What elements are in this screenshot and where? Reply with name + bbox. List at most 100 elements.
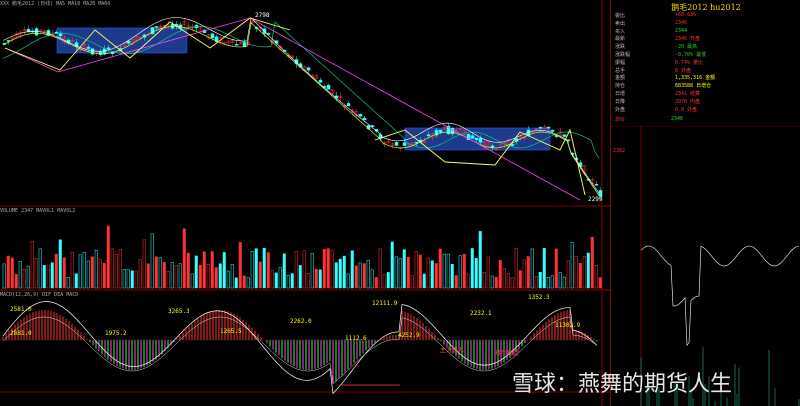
volume-bar: [322, 248, 326, 289]
quote-row-value: 683588 日增仓: [675, 83, 712, 90]
volume-bar: [422, 273, 426, 289]
volume-bar: [326, 248, 330, 289]
volume-bar: [126, 269, 130, 289]
candle-body: [402, 142, 407, 146]
volume-bar: [362, 263, 366, 289]
volume-bar: [482, 272, 486, 289]
volume-bar: [158, 257, 162, 289]
volume-bar: [378, 248, 382, 289]
volume-bar: [318, 269, 322, 289]
volume-bar: [210, 251, 214, 289]
candle-body: [210, 33, 215, 38]
volume-bar: [66, 277, 70, 289]
quote-row: 振幅 0.74% 量比: [615, 59, 795, 66]
macd-label: 4252.9: [398, 332, 420, 339]
volume-bar: [198, 264, 202, 289]
volume-bar: [246, 277, 250, 289]
volume-bar: [274, 272, 278, 289]
macd-label: 1265.5: [220, 328, 242, 335]
quote-row: 金额 1,335,316 金额: [615, 74, 795, 81]
volume-bar: [250, 251, 254, 289]
volume-bar: [242, 275, 246, 289]
volume-bar: [258, 261, 262, 289]
quote-row-value: 8 外盘: [675, 67, 692, 74]
volume-bar: [294, 251, 298, 289]
volume-bar: [114, 254, 118, 289]
volume-bar: [150, 233, 154, 289]
quote-row-key: 日增: [615, 91, 626, 97]
quote-row-key: 持仓: [615, 83, 626, 90]
volume-bar: [462, 253, 466, 289]
volume-bar: [182, 228, 186, 289]
peak-price-label: 2798: [255, 12, 270, 19]
volume-bar: [26, 265, 30, 289]
quote-row: 涨跌 -20 最高: [615, 43, 795, 50]
volume-bar: [438, 248, 442, 289]
volume-bar: [90, 256, 94, 289]
volume-bar: [478, 231, 482, 289]
quote-panel: 鹅毛2012 hu2012 委比 +60.63% 卖出 2346 买入 2344 最新 234…: [610, 0, 800, 406]
volume-bar: [10, 257, 14, 289]
volume-bar: [510, 277, 514, 289]
candle-body: [562, 134, 567, 137]
volume-bar: [162, 262, 166, 289]
volume-bar: [346, 273, 350, 289]
volume-bar: [338, 258, 342, 289]
volume-bar: [74, 273, 78, 289]
volume-bar: [154, 256, 158, 289]
macd-label: 1352.3: [528, 294, 550, 301]
volume-bar: [118, 249, 122, 289]
macd-label: 1975.2: [105, 330, 127, 337]
macd-note: 主力进入: [440, 347, 465, 354]
volume-bar: [230, 263, 234, 289]
candle-body: [98, 51, 103, 56]
quote-row-key: 振幅: [615, 59, 626, 66]
candle-body: [394, 142, 399, 146]
quote-row: 总手 8 外盘: [615, 67, 795, 74]
quote-row: 日降 2078 内盘: [615, 98, 795, 105]
tick-price-line: [640, 245, 800, 347]
volume-bar: [310, 253, 314, 289]
volume-bar: [50, 262, 54, 289]
volume-bar: [122, 269, 126, 289]
volume-bar: [194, 255, 198, 289]
volume-bar: [42, 265, 46, 289]
volume-bar: [414, 251, 418, 289]
volume-bar: [34, 258, 38, 289]
volume-bar: [446, 253, 450, 289]
candle-body: [474, 137, 479, 141]
candle-body: [86, 46, 91, 49]
volume-bar: [254, 248, 258, 289]
volume-bar: [22, 268, 26, 289]
volume-bar: [238, 242, 242, 289]
volume-bar: [402, 249, 406, 289]
quote-row: 涨跌幅 -0.70% 最低: [615, 51, 795, 58]
volume-bar: [86, 260, 90, 289]
quote-row-key: 金额: [615, 75, 626, 82]
macd-label: 1112.6: [345, 335, 367, 342]
macd-label: 2881.0: [10, 330, 32, 337]
candlestick-chart[interactable]: [0, 0, 610, 406]
volume-bar: [330, 250, 334, 289]
quote-row: 最新 2346 开盘: [615, 35, 795, 42]
candle-body: [106, 47, 111, 49]
volume-bar: [278, 267, 282, 289]
macd-label: 11302.9: [555, 322, 581, 329]
volume-bar: [266, 252, 270, 289]
volume-bar: [598, 277, 602, 289]
volume-bar: [470, 248, 474, 289]
quote-row-value: 0.0 外盘: [675, 106, 698, 113]
volume-bar: [434, 263, 438, 289]
volume-bar: [6, 255, 10, 289]
main-chart-area[interactable]: XXX 鹅毛2012 (日线) MA5 MA10 MA20 MA60 2798 …: [0, 0, 610, 406]
volume-bar: [342, 255, 346, 289]
quote-row: 委比 +60.63%: [615, 12, 795, 19]
volume-bar: [98, 259, 102, 289]
candle-body: [54, 31, 59, 34]
tick-time-label: 现价: [615, 117, 626, 123]
intraday-chart[interactable]: [611, 126, 800, 406]
volume-bar: [494, 277, 498, 289]
quote-row-key: 卖出: [615, 20, 626, 27]
volume-bar: [134, 270, 138, 289]
watermark-text: 雪球：燕舞的期货人生: [512, 372, 733, 397]
